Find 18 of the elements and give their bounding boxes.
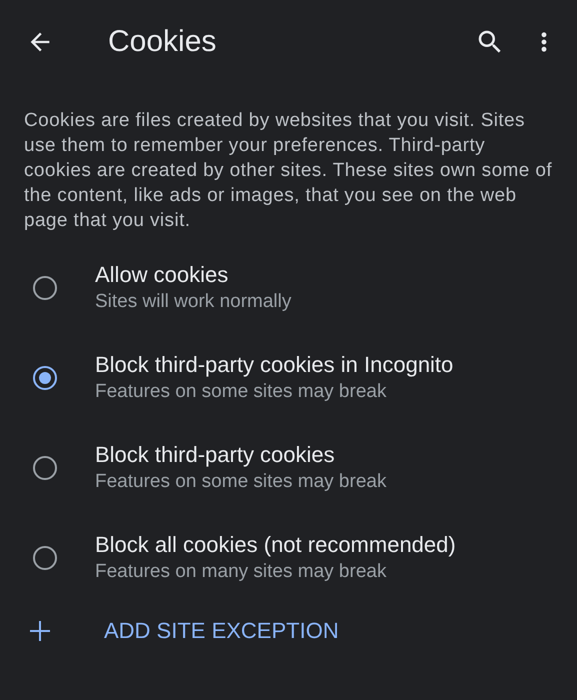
radio-button[interactable] (33, 456, 57, 480)
page-title: Cookies (108, 25, 218, 59)
more-options-button[interactable] (541, 30, 547, 54)
option-subtitle: Features on many sites may break (95, 560, 388, 584)
option-title: Allow cookies (95, 261, 230, 289)
option-subtitle: Features on some sites may break (95, 470, 386, 494)
radio-button[interactable] (33, 276, 57, 300)
radio-button[interactable] (33, 546, 57, 570)
more-vertical-icon (541, 30, 547, 54)
option-title: Block all cookies (not recommended) (95, 531, 456, 559)
option-subtitle: Sites will work normally (95, 290, 292, 314)
option-title: Block third-party cookies in Incognito (95, 351, 454, 379)
plus-icon (28, 619, 52, 643)
add-site-exception-button[interactable]: ADD SITE EXCEPTION (104, 618, 339, 644)
option-title: Block third-party cookies (95, 441, 336, 469)
option-subtitle: Features on some sites may break (95, 380, 388, 404)
description-text: Cookies are files created by websites that you visit. Sites use them to remember your preferences. Third-party cookies are created by other sites. These sites own some of the content, like ads or images, that you see on the web page that you visit. (24, 109, 553, 233)
radio-button[interactable] (33, 366, 57, 390)
